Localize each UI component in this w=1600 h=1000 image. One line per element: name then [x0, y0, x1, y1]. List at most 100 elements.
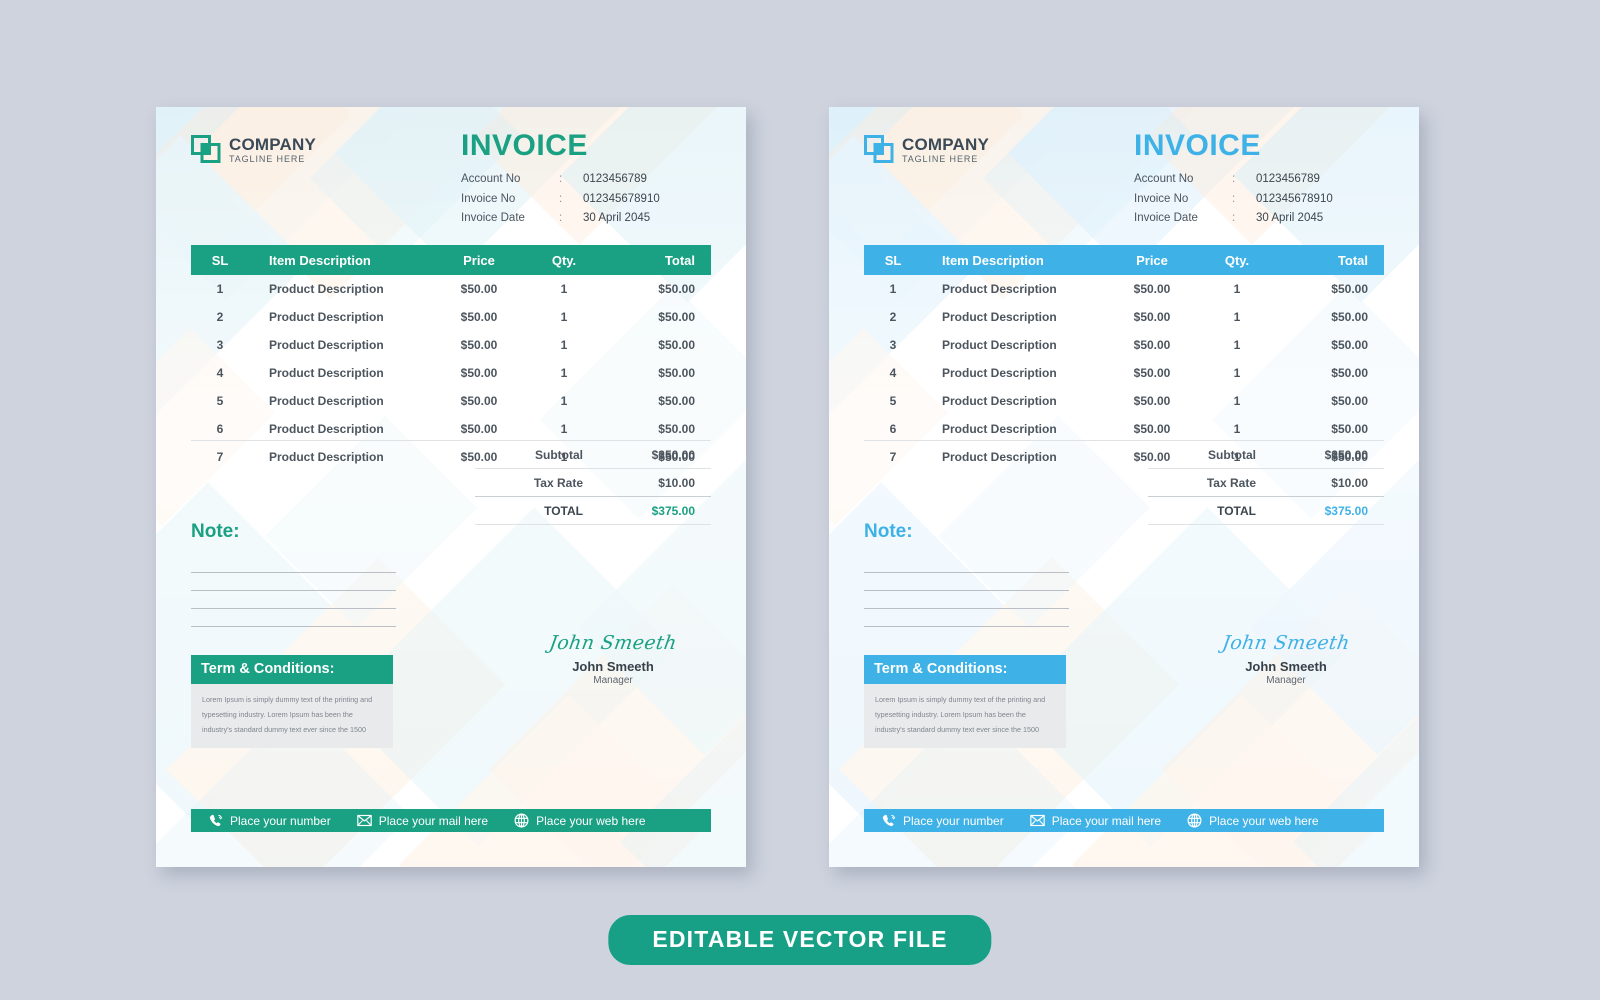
note-write-line[interactable]	[864, 573, 1069, 591]
cell-description: Product Description	[942, 422, 1057, 436]
contact-label: Place your web here	[536, 813, 646, 828]
totals-row-subtotal: Subtotal $350.00	[475, 440, 711, 468]
meta-separator: :	[559, 212, 563, 225]
signature-name: John Smeeth	[572, 659, 654, 674]
cell-total: $50.00	[658, 310, 695, 324]
column-header-price: Price	[463, 252, 495, 268]
meta-separator: :	[1232, 173, 1236, 185]
phone-icon	[882, 814, 896, 826]
totals-value: $10.00	[658, 475, 695, 490]
totals-row-total: TOTAL $375.00	[475, 496, 711, 524]
totals-row-tax rate: Tax Rate $10.00	[1148, 468, 1384, 496]
table-row: 2 Product Description $50.00 1 $50.00	[191, 303, 711, 331]
meta-value: 0123456789	[1256, 173, 1320, 185]
table-row: 2 Product Description $50.00 1 $50.00	[864, 303, 1384, 331]
totals-row-total: TOTAL $375.00	[1148, 496, 1384, 524]
note-write-line[interactable]	[191, 555, 396, 573]
contact-item-phone[interactable]: Place your number	[209, 814, 331, 828]
invoice-title: INVOICE	[461, 129, 588, 162]
overlapping-squares-logo-icon	[864, 135, 894, 163]
cell-total: $50.00	[658, 282, 695, 296]
cell-description: Product Description	[942, 450, 1057, 464]
column-header-description: Item Description	[269, 252, 371, 268]
table-row: 5 Product Description $50.00 1 $50.00	[191, 387, 711, 415]
table-row: 5 Product Description $50.00 1 $50.00	[864, 387, 1384, 415]
note-write-line[interactable]	[864, 555, 1069, 573]
invoice-card-green: COMPANY TAGLINE HERE INVOICE Account No …	[156, 107, 746, 867]
totals-block: Subtotal $350.00 Tax Rate $10.00 TOTAL $…	[1148, 440, 1384, 525]
cell-sl: 6	[216, 422, 224, 436]
cell-description: Product Description	[269, 366, 384, 380]
contact-item-mail[interactable]: Place your mail here	[1029, 814, 1161, 828]
meta-label: Account No	[1134, 173, 1194, 185]
note-write-line[interactable]	[191, 609, 396, 627]
invoice-header: COMPANY TAGLINE HERE INVOICE Account No …	[864, 129, 1384, 239]
meta-label: Account No	[461, 173, 521, 185]
cell-price: $50.00	[1133, 422, 1171, 436]
cell-qty: 1	[560, 338, 568, 352]
contact-item-mail[interactable]: Place your mail here	[356, 814, 488, 828]
meta-label: Invoice No	[461, 192, 516, 205]
contact-item-globe[interactable]: Place your web here	[1187, 813, 1319, 828]
cell-qty: 1	[1233, 338, 1241, 352]
cell-description: Product Description	[942, 282, 1057, 296]
meta-value: 30 April 2045	[1256, 212, 1324, 225]
cell-description: Product Description	[269, 422, 384, 436]
cell-sl: 1	[216, 282, 224, 296]
invoice-meta-block: INVOICE Account No : 0123456789 Invoice …	[461, 129, 711, 232]
cell-qty: 1	[560, 422, 568, 436]
table-header-row: SL Item Description Price Qty. Total	[864, 245, 1384, 275]
company-tagline: TAGLINE HERE	[902, 153, 979, 164]
cell-qty: 1	[560, 394, 568, 408]
cell-price: $50.00	[1133, 394, 1171, 408]
cell-price: $50.00	[1133, 338, 1171, 352]
cell-total: $50.00	[1331, 338, 1368, 352]
signature-role: Manager	[1266, 675, 1306, 686]
column-header-sl: SL	[211, 252, 229, 268]
meta-label: Invoice Date	[1134, 212, 1198, 225]
cell-description: Product Description	[942, 366, 1057, 380]
column-header-sl: SL	[884, 252, 902, 268]
globe-icon	[1187, 813, 1202, 828]
cell-sl: 7	[216, 450, 224, 464]
invoice-meta-row: Invoice No : 012345678910	[461, 193, 711, 206]
note-write-line[interactable]	[864, 609, 1069, 627]
table-row: 4 Product Description $50.00 1 $50.00	[864, 359, 1384, 387]
totals-bottom-rule	[1148, 524, 1384, 525]
cell-total: $50.00	[658, 366, 695, 380]
cell-qty: 1	[1233, 366, 1241, 380]
column-header-description: Item Description	[942, 252, 1044, 268]
cell-price: $50.00	[460, 338, 498, 352]
editable-vector-banner: EDITABLE VECTOR FILE	[608, 915, 992, 965]
note-write-line[interactable]	[191, 573, 396, 591]
company-logo[interactable]: COMPANY TAGLINE HERE	[191, 135, 316, 164]
cell-total: $50.00	[1331, 422, 1368, 436]
meta-separator: :	[559, 192, 563, 205]
logo-mark	[864, 135, 894, 164]
company-logo[interactable]: COMPANY TAGLINE HERE	[864, 135, 989, 164]
table-row: 6 Product Description $50.00 1 $50.00	[864, 415, 1384, 443]
cell-price: $50.00	[460, 310, 498, 324]
meta-value: 0123456789	[583, 173, 647, 185]
note-heading: Note:	[191, 521, 240, 542]
note-write-line[interactable]	[864, 591, 1069, 609]
company-name: COMPANY	[902, 134, 990, 154]
cell-qty: 1	[560, 366, 568, 380]
totals-value: $350.00	[1324, 447, 1368, 462]
invoice-meta-row: Invoice Date : 30 April 2045	[461, 212, 711, 225]
cell-price: $50.00	[1133, 310, 1171, 324]
column-header-total: Total	[1337, 252, 1368, 268]
contact-item-globe[interactable]: Place your web here	[514, 813, 646, 828]
cell-description: Product Description	[269, 310, 384, 324]
cell-total: $50.00	[658, 422, 695, 436]
note-write-line[interactable]	[191, 591, 396, 609]
invoice-meta-row: Invoice Date : 30 April 2045	[1134, 212, 1384, 225]
contact-item-phone[interactable]: Place your number	[882, 814, 1004, 828]
table-row: 3 Product Description $50.00 1 $50.00	[864, 331, 1384, 359]
note-section: Note:	[864, 521, 1069, 627]
note-heading: Note:	[864, 521, 913, 542]
cell-price: $50.00	[460, 366, 498, 380]
cell-sl: 5	[216, 394, 224, 408]
cell-sl: 3	[216, 338, 224, 352]
cell-price: $50.00	[460, 394, 498, 408]
